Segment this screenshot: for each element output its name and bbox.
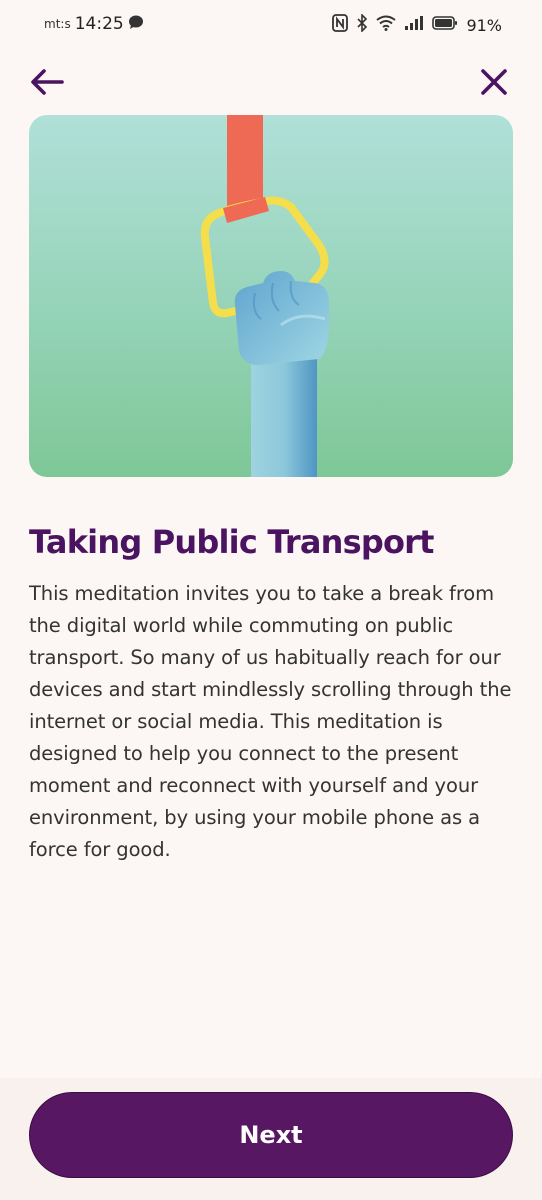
strap — [227, 115, 263, 210]
status-right: 91% — [332, 13, 502, 36]
signal-icon — [404, 15, 424, 35]
hand-strap-illustration — [200, 115, 329, 477]
chat-bubble-icon — [128, 14, 144, 34]
screen: mt:s 14:25 91% Taking Public Transport T… — [0, 0, 542, 1200]
wifi-icon — [376, 15, 397, 35]
carrier-label: mt:s — [44, 17, 71, 31]
next-button[interactable]: Next — [29, 1092, 513, 1178]
back-button[interactable] — [28, 62, 68, 102]
close-icon — [481, 69, 507, 95]
bluetooth-icon — [356, 13, 368, 36]
battery-icon — [432, 15, 458, 35]
page-title: Taking Public Transport — [29, 523, 434, 561]
arrow-left-icon — [31, 69, 64, 95]
close-button[interactable] — [474, 62, 514, 102]
battery-percent: 91% — [466, 15, 502, 35]
status-bar: mt:s 14:25 91% — [0, 0, 542, 52]
hero-illustration — [29, 115, 513, 477]
forearm — [251, 347, 317, 477]
nfc-icon — [332, 14, 349, 36]
status-left: mt:s 14:25 — [44, 14, 144, 34]
clock: 14:25 — [74, 14, 124, 34]
description-text: This meditation invites you to take a br… — [29, 582, 512, 861]
